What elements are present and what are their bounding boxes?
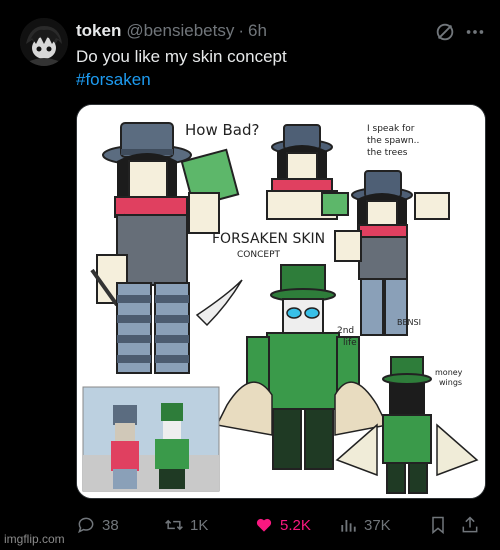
share-icon (462, 516, 478, 533)
skin-concept-artwork: How Bad? I speak for the spawn.. the tre… (77, 105, 485, 498)
like-count: 5.2K (280, 516, 311, 534)
post-time[interactable]: 6h (248, 21, 267, 41)
speak-label-2: the spawn.. (367, 136, 419, 146)
like-button[interactable]: 5.2K (254, 512, 311, 538)
repost-count: 1K (190, 516, 209, 534)
reply-count: 38 (102, 516, 119, 534)
action-bar: 38 1K 5.2K 37K (76, 512, 486, 538)
avatar[interactable] (20, 18, 68, 66)
bookmark-icon (432, 516, 444, 535)
speak-label-3: the trees (367, 148, 408, 158)
author-handle[interactable]: @bensiebetsy (126, 21, 234, 41)
post-text: Do you like my skin concept (76, 47, 287, 66)
grok-icon[interactable] (434, 21, 456, 43)
share-button[interactable] (460, 512, 486, 538)
repost-icon (165, 519, 183, 531)
how-bad-label: How Bad? (185, 121, 259, 139)
separator: · (238, 21, 245, 40)
more-options-icon[interactable] (464, 21, 486, 43)
in-game-preview (82, 386, 220, 492)
watermark: imgflip.com (4, 532, 65, 546)
bookmark-button[interactable] (428, 512, 454, 538)
reply-button[interactable]: 38 (76, 512, 119, 538)
post: token @bensiebetsy · 6h Do you like my s… (0, 0, 500, 550)
concept-label: CONCEPT (237, 250, 280, 260)
post-image[interactable]: How Bad? I speak for the spawn.. the tre… (76, 104, 486, 499)
reply-icon (78, 517, 94, 534)
heart-icon (256, 518, 272, 532)
title-label: FORSAKEN SKIN (212, 231, 325, 247)
hashtag-link[interactable]: #forsaken (76, 69, 151, 91)
views-icon (341, 520, 356, 532)
post-header: token @bensiebetsy · 6h (76, 20, 484, 42)
views-button[interactable]: 37K (338, 512, 391, 538)
money-wings-label-2: wings (439, 378, 462, 387)
money-wings-label-1: money (435, 368, 463, 377)
bensi-signature: BENSI (397, 318, 421, 327)
repost-button[interactable]: 1K (164, 512, 208, 538)
author-name[interactable]: token (76, 21, 121, 41)
speak-label-1: I speak for (367, 124, 415, 134)
second-life-label-1: 2nd (337, 326, 354, 336)
second-life-label-2: life (343, 338, 357, 348)
views-count: 37K (364, 516, 391, 534)
